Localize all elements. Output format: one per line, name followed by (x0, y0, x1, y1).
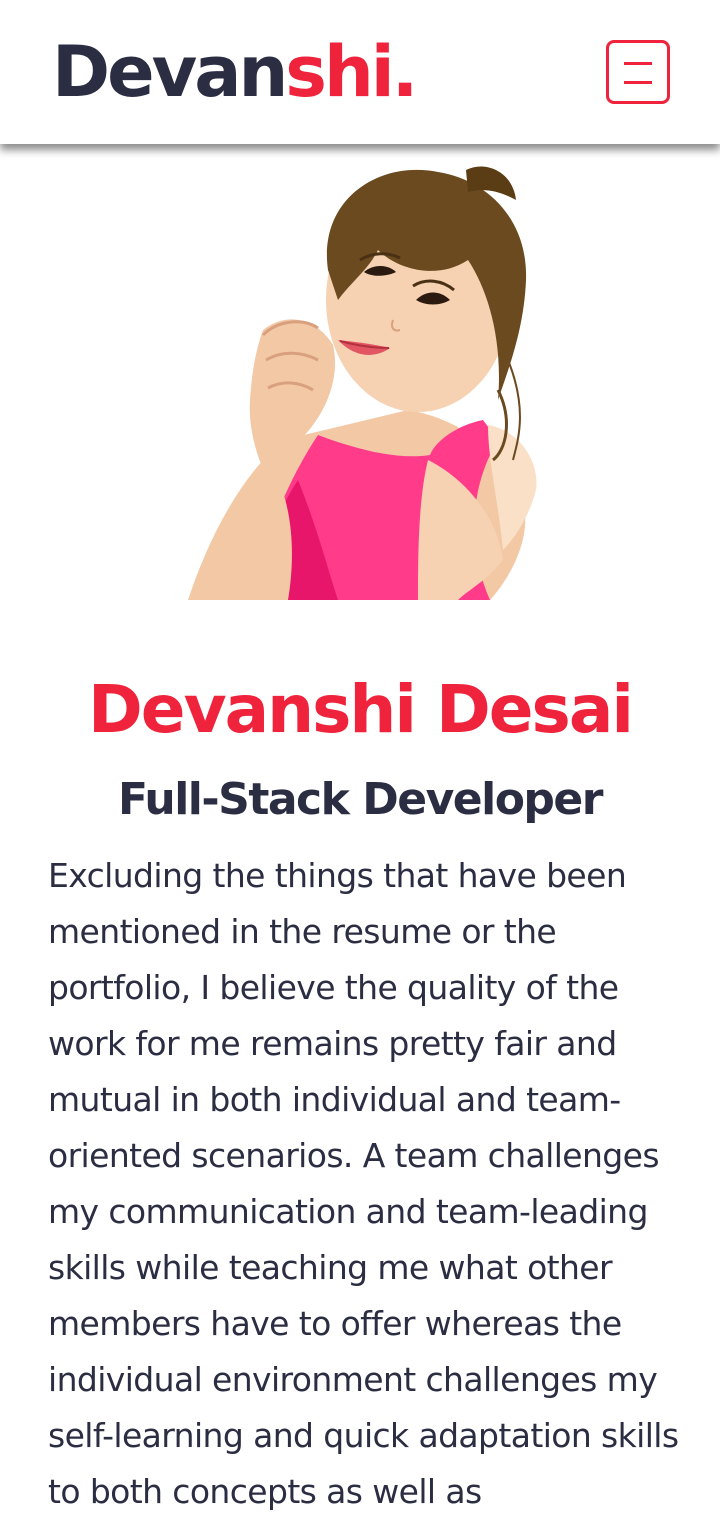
logo-text-dark: Devan (52, 31, 288, 113)
top-navbar: Devanshi. (0, 0, 720, 144)
profile-role: Full-Stack Developer (118, 774, 603, 825)
site-logo[interactable]: Devanshi. (52, 30, 418, 114)
profile-bio: Excluding the things that have been ment… (48, 856, 679, 1511)
hamburger-menu-icon (624, 62, 652, 65)
menu-toggle-button[interactable] (606, 40, 670, 104)
profile-name: Devanshi Desai (88, 671, 634, 748)
logo-text-accent: shi. (285, 31, 418, 113)
hamburger-menu-icon-line (624, 81, 652, 84)
avatar-illustration (168, 160, 552, 600)
